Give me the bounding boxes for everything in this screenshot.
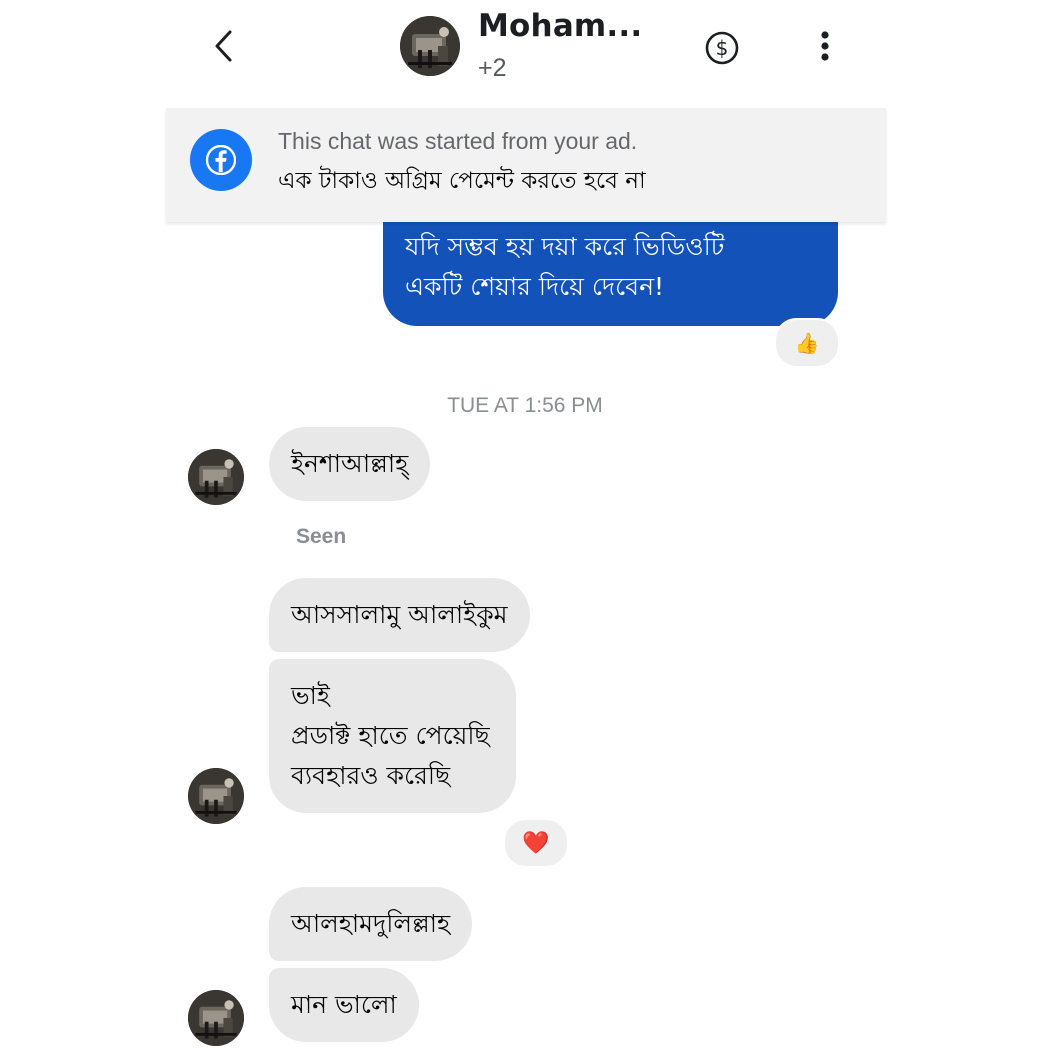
heart-reaction[interactable]: ❤️ bbox=[503, 818, 569, 868]
vertical-ellipsis-icon bbox=[821, 31, 829, 61]
incoming-message[interactable]: মান ভালো bbox=[269, 968, 419, 1042]
seen-indicator: Seen bbox=[296, 525, 347, 548]
participants-count[interactable]: +2 bbox=[478, 54, 507, 83]
incoming-message[interactable]: আলহামদুলিল্লাহ bbox=[269, 887, 473, 961]
thumbs-up-icon: 👍 bbox=[794, 331, 820, 355]
heart-icon: ❤️ bbox=[522, 830, 550, 856]
sender-avatar[interactable] bbox=[188, 990, 244, 1046]
thumbs-up-reaction[interactable]: 👍 bbox=[774, 318, 840, 368]
dollar-circle-icon: $ bbox=[705, 31, 739, 65]
contact-name[interactable]: Moham... bbox=[478, 8, 642, 44]
chevron-left-icon bbox=[215, 30, 232, 62]
ad-notice-text: This chat was started from your ad. bbox=[278, 128, 638, 154]
sender-avatar[interactable] bbox=[188, 449, 244, 505]
back-button[interactable] bbox=[200, 22, 248, 70]
contact-avatar[interactable] bbox=[400, 16, 460, 76]
incoming-message[interactable]: আসসালামু আলাইকুম bbox=[269, 578, 530, 652]
ad-headline-text: এক টাকাও অগ্রিম পেমেন্ট করতে হবে না bbox=[278, 168, 646, 194]
more-options-button[interactable] bbox=[803, 24, 847, 68]
message-timestamp: TUE AT 1:56 PM bbox=[447, 394, 603, 417]
payment-button[interactable]: $ bbox=[700, 26, 744, 70]
svg-text:$: $ bbox=[716, 36, 729, 60]
ad-context-banner[interactable]: This chat was started from your ad. এক ট… bbox=[166, 108, 886, 222]
sender-avatar[interactable] bbox=[188, 768, 244, 824]
incoming-message[interactable]: ইনশাআল্লাহ্ bbox=[269, 427, 431, 501]
incoming-message[interactable]: ভাই প্রডাক্ট হাতে পেয়েছি ব্যবহারও করেছি bbox=[269, 659, 516, 813]
facebook-icon bbox=[190, 129, 252, 191]
chat-header: Moham... +2 $ bbox=[0, 0, 1050, 100]
